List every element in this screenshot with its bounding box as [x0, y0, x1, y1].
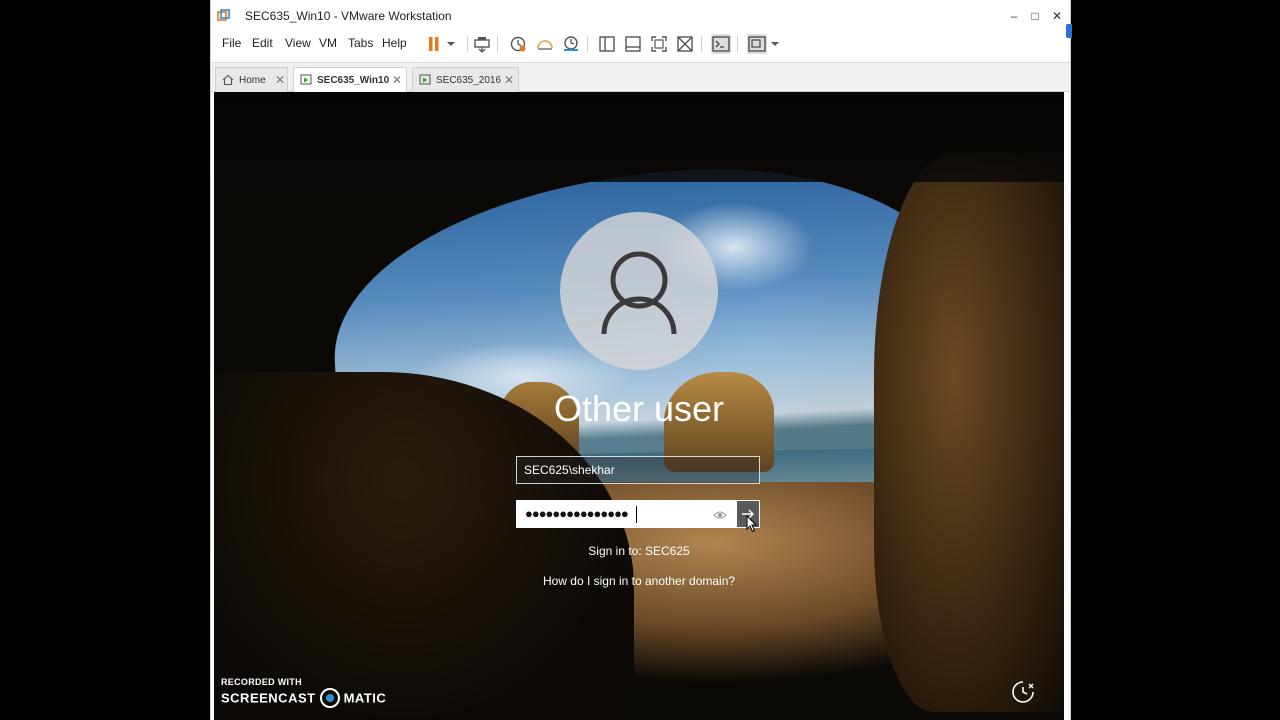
maximize-button[interactable]: □	[1024, 6, 1046, 26]
minimize-button[interactable]: –	[1003, 6, 1025, 26]
vm-running-icon	[419, 74, 431, 85]
toolbar-separator	[587, 36, 588, 52]
side-panel-tab	[1066, 24, 1072, 38]
ease-of-access-icon[interactable]	[1010, 679, 1036, 705]
stretch-guest-icon[interactable]	[747, 34, 767, 54]
toolbar-separator	[497, 36, 498, 52]
pause-icon[interactable]	[424, 34, 444, 54]
user-avatar	[560, 212, 718, 370]
background-cave-ceiling	[214, 92, 1064, 182]
tab-sec635-2016[interactable]: SEC635_2016 ✕	[412, 67, 519, 93]
menu-tabs[interactable]: Tabs	[348, 36, 373, 50]
title-bar: SEC635_Win10 - VMware Workstation – □ ✕	[211, 0, 1070, 32]
dropdown-icon[interactable]	[769, 34, 781, 54]
tab-label: SEC635_Win10	[317, 75, 390, 86]
snapshot-icon[interactable]	[508, 34, 528, 54]
right-letterbox	[1071, 0, 1280, 720]
text-caret	[636, 506, 637, 523]
screencast-matic-watermark: RECORDED WITH SCREENCAST MATIC	[221, 677, 386, 708]
tab-sec635-win10[interactable]: SEC635_Win10 ✕	[293, 67, 407, 94]
watermark-brand-left: SCREENCAST	[221, 690, 316, 706]
tab-home[interactable]: Home ✕	[215, 67, 288, 93]
tab-close-icon[interactable]: ✕	[275, 73, 285, 87]
unity-icon[interactable]	[675, 34, 695, 54]
window-title: SEC635_Win10 - VMware Workstation	[245, 9, 452, 23]
domain-help-link[interactable]: How do I sign in to another domain?	[214, 574, 1064, 588]
menu-help[interactable]: Help	[382, 36, 407, 50]
tab-bar: Home ✕ SEC635_Win10 ✕ SEC635_2016 ✕	[211, 62, 1070, 94]
tab-label: SEC635_2016	[436, 75, 502, 86]
background-cave-wall	[874, 152, 1064, 712]
watermark-recorded-with: RECORDED WITH	[221, 677, 302, 687]
toolbar-separator	[701, 36, 702, 52]
left-letterbox	[0, 0, 210, 720]
watermark-brand-right: MATIC	[343, 690, 387, 706]
password-mask: ●●●●●●●●●●●●●●●	[525, 506, 629, 521]
tab-close-icon[interactable]: ✕	[392, 73, 402, 87]
menu-file[interactable]: File	[222, 36, 241, 50]
username-input[interactable]: SEC625\shekhar	[516, 456, 760, 484]
send-ctrl-alt-del-icon[interactable]	[472, 34, 492, 54]
password-input[interactable]: ●●●●●●●●●●●●●●●	[516, 500, 736, 528]
snapshot-manager-icon[interactable]	[561, 34, 581, 54]
reveal-password-icon[interactable]	[713, 508, 727, 522]
vm-console-screen[interactable]: Other user SEC625\shekhar ●●●●●●●●●●●●●●…	[214, 92, 1064, 720]
thumbnail-bar-icon[interactable]	[623, 34, 643, 54]
screencast-logo-icon	[319, 688, 340, 708]
full-screen-icon[interactable]	[649, 34, 669, 54]
dropdown-icon[interactable]	[445, 34, 457, 54]
sign-in-domain-label: Sign in to: SEC625	[588, 544, 690, 558]
toolbar-separator	[737, 36, 738, 52]
watermark-brand: SCREENCAST MATIC	[221, 688, 387, 709]
revert-snapshot-icon[interactable]	[535, 34, 555, 54]
close-button[interactable]: ✕	[1046, 6, 1068, 26]
menu-view[interactable]: View	[285, 36, 311, 50]
user-icon	[601, 251, 677, 335]
mouse-cursor-icon	[746, 515, 758, 533]
console-view-icon[interactable]	[711, 34, 731, 54]
tab-close-icon[interactable]: ✕	[504, 73, 514, 87]
toolbar-separator	[467, 36, 468, 52]
vm-running-icon	[300, 74, 312, 85]
user-display-name: Other user	[553, 388, 725, 429]
show-library-icon[interactable]	[597, 34, 617, 54]
vmware-app-icon	[217, 9, 230, 21]
vmware-window: SEC635_Win10 - VMware Workstation – □ ✕ …	[210, 0, 1071, 720]
menu-vm[interactable]: VM	[319, 36, 337, 50]
home-icon	[222, 74, 234, 86]
menu-edit[interactable]: Edit	[252, 36, 273, 50]
tab-label: Home	[239, 75, 266, 86]
